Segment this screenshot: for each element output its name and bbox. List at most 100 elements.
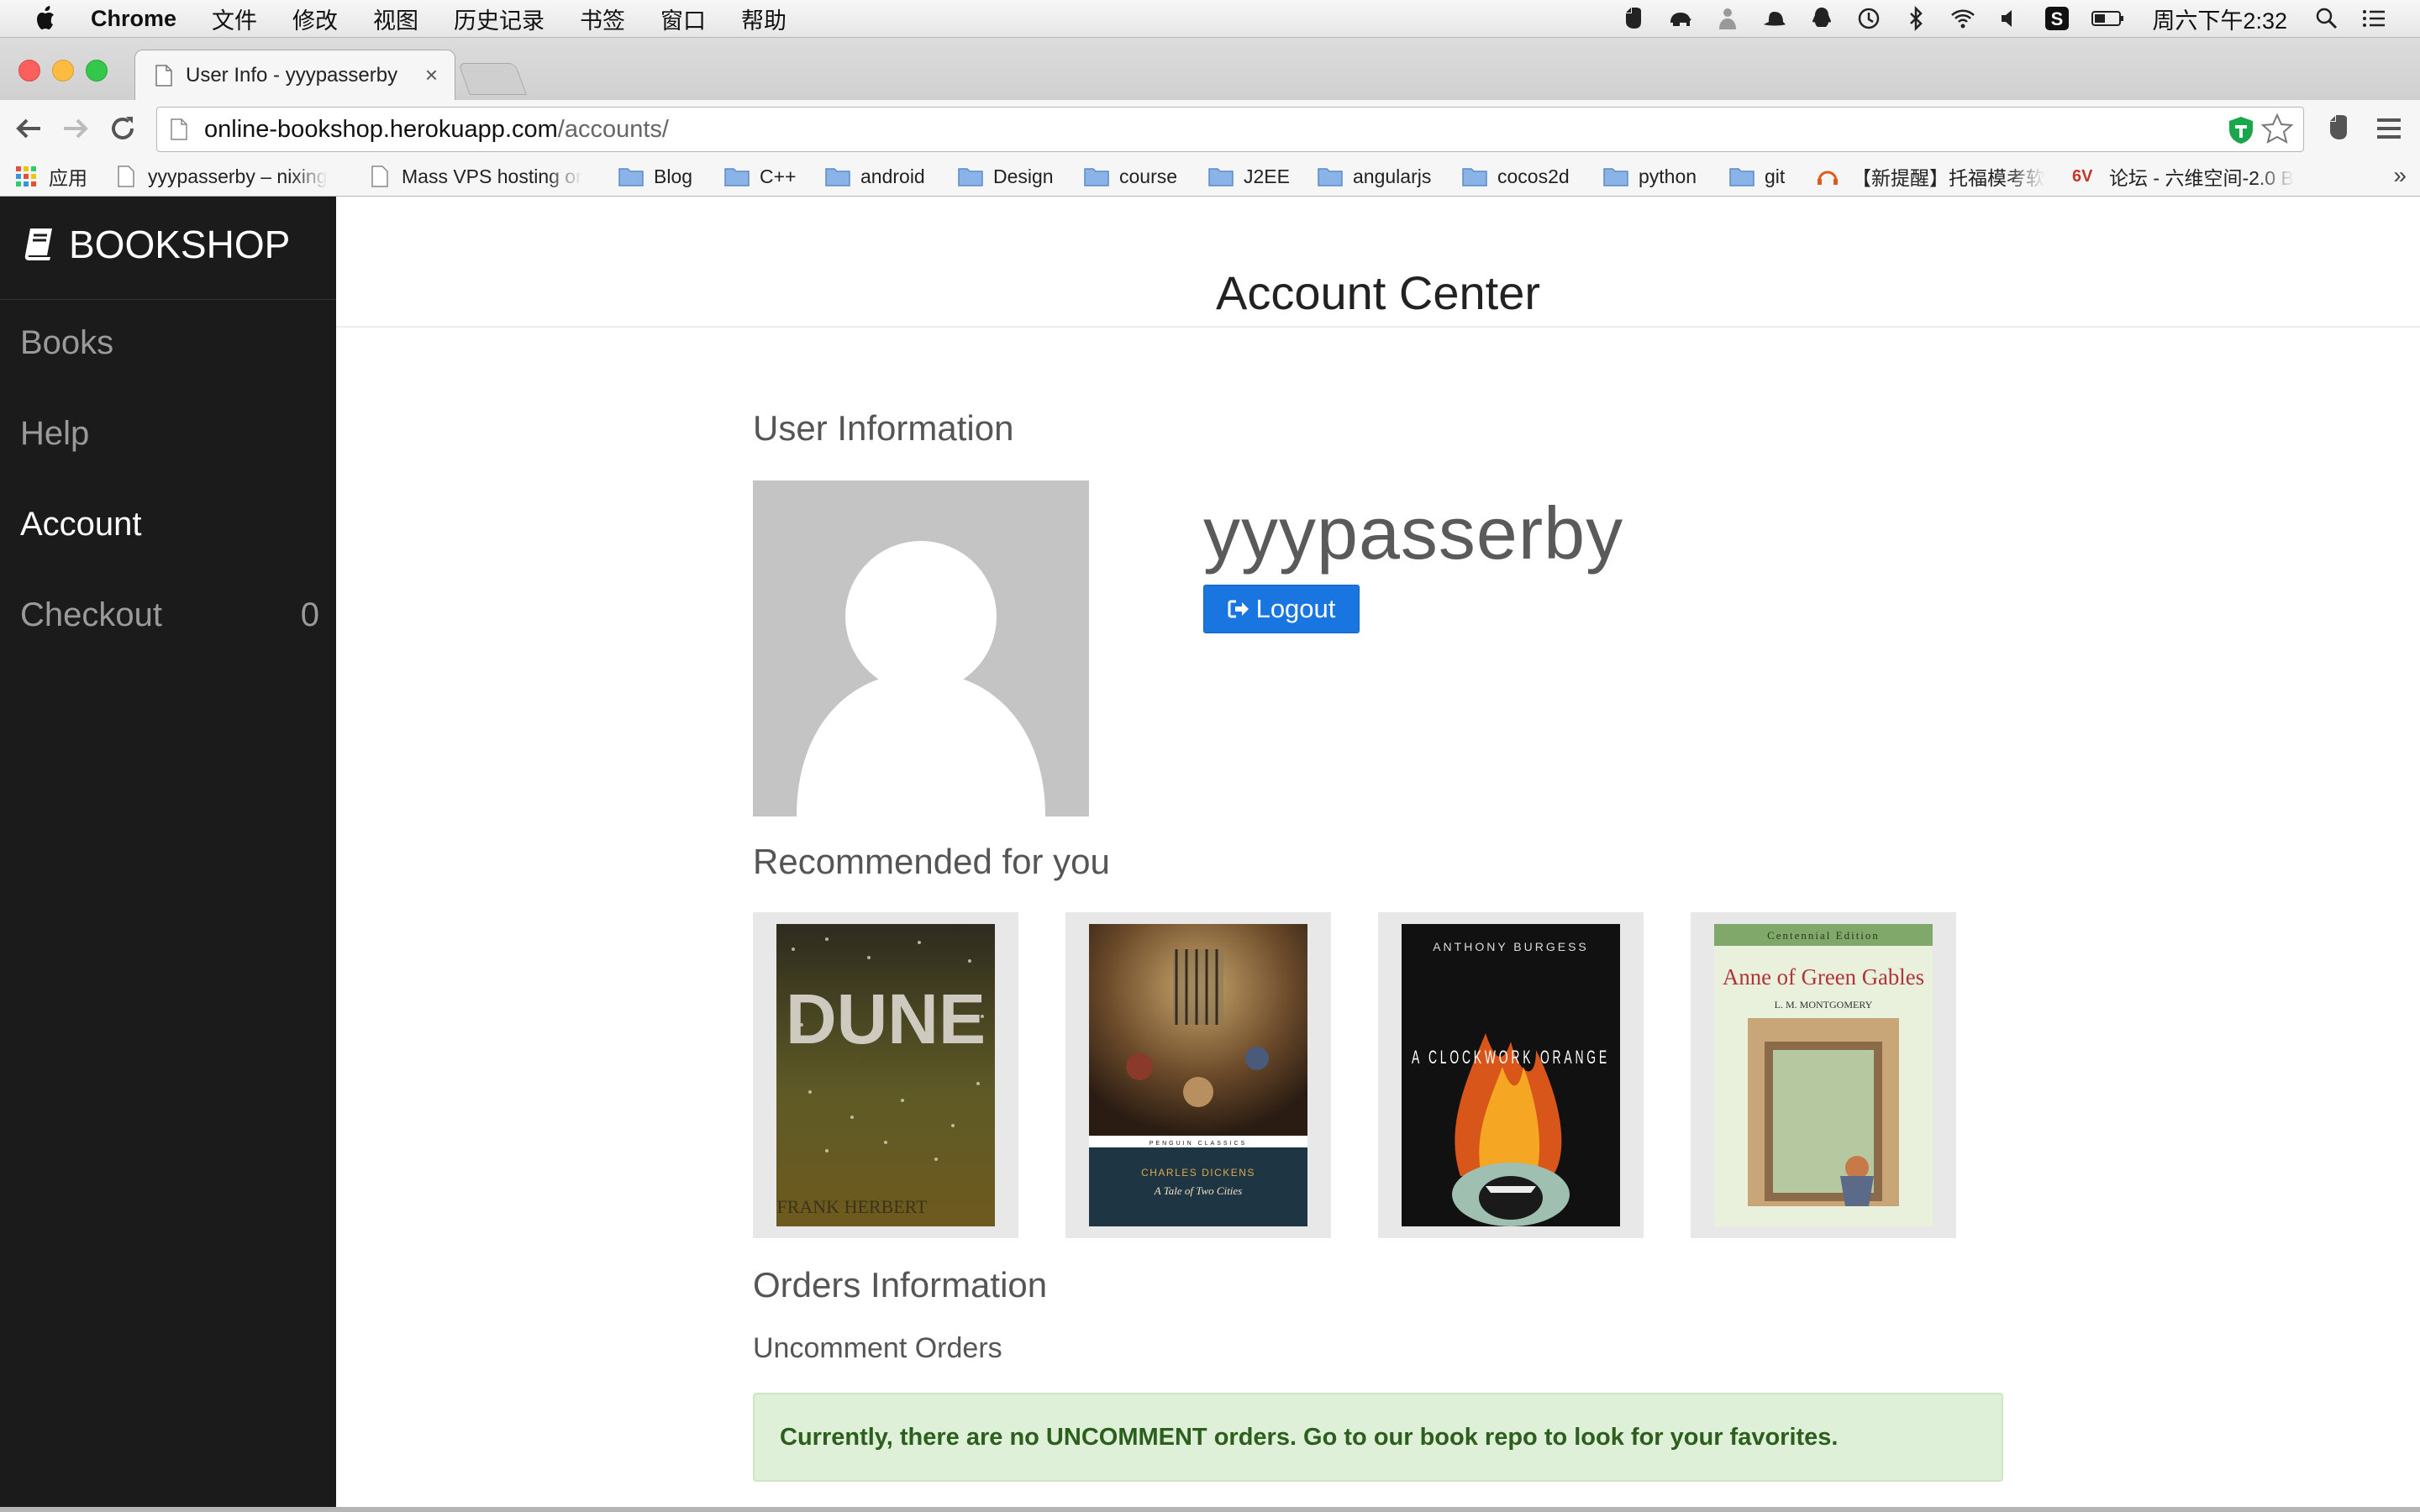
book-cover-series: PENGUIN CLASSICS <box>1150 1141 1247 1147</box>
book-cover-author: L. M. MONTGOMERY <box>1775 999 1873 1011</box>
folder-icon <box>618 168 644 186</box>
recommended-heading: Recommended for you <box>753 842 1110 881</box>
bookmark-item[interactable]: 【新提醒】托福模考软 <box>1815 164 2050 189</box>
doc-icon <box>371 165 388 187</box>
bookmark-label: Mass VPS hosting or <box>402 165 582 187</box>
sidebar-item-checkout[interactable]: Checkout 0 <box>20 596 323 634</box>
reload-icon[interactable] <box>108 113 138 144</box>
evernote-icon[interactable] <box>1621 6 1646 31</box>
bookmark-star-icon[interactable] <box>2261 113 2293 144</box>
cart-count-badge: 0 <box>300 596 319 633</box>
window-close-button[interactable] <box>18 60 40 81</box>
bookmark-item[interactable]: Mass VPS hosting or <box>371 164 600 189</box>
menu-bookmarks[interactable]: 书签 <box>580 3 625 35</box>
page-icon <box>171 118 187 140</box>
no-orders-alert: Currently, there are no UNCOMMENT orders… <box>753 1393 2003 1482</box>
book-cover-edition: Centennial Edition <box>1767 929 1880 942</box>
new-tab-button[interactable] <box>458 63 527 95</box>
user-info-heading: User Information <box>753 408 1014 448</box>
wifi-icon[interactable] <box>1950 6 1975 31</box>
uncomment-orders-heading: Uncomment Orders <box>753 1332 1002 1364</box>
menu-edit[interactable]: 修改 <box>292 3 338 35</box>
spotlight-search-icon[interactable] <box>2314 6 2339 31</box>
bookmark-label: cocos2d <box>1497 165 1570 187</box>
bookmark-item[interactable]: yyypasserby – nixing <box>118 164 346 189</box>
back-arrow-icon[interactable] <box>13 113 44 144</box>
evernote-extension-icon[interactable] <box>2324 113 2353 142</box>
sign-out-icon <box>1228 600 1249 618</box>
hat-icon[interactable] <box>1762 6 1787 31</box>
bookmarks-overflow-chevron-icon[interactable]: » <box>2393 162 2407 189</box>
sidebar-item-help[interactable]: Help <box>20 415 323 453</box>
tab-close-icon[interactable]: × <box>425 62 438 88</box>
book-card-dune[interactable]: DUNE FRANK HERBERT <box>753 912 1018 1238</box>
time-machine-icon[interactable] <box>1856 6 1881 31</box>
folder-icon <box>1318 168 1343 186</box>
sidebar-item-account[interactable]: Account <box>20 506 323 543</box>
address-bar[interactable]: online-bookshop.herokuapp.com/accounts/ <box>156 107 2304 152</box>
menu-file[interactable]: 文件 <box>212 3 257 35</box>
sidebar-item-books[interactable]: Books <box>20 324 323 362</box>
bluetooth-icon[interactable] <box>1903 6 1928 31</box>
bookmark-label: course <box>1119 165 1178 187</box>
window-minimize-button[interactable] <box>52 60 74 81</box>
bookmark-label: 论坛 - 六维空间-2.0 B <box>2109 167 2294 189</box>
main-content: Account Center User Information yyypasse… <box>336 197 2420 1507</box>
doc-icon <box>118 165 134 187</box>
menu-app-chrome[interactable]: Chrome <box>91 6 176 32</box>
book-cover-title: A Tale of Two Cities <box>1154 1184 1243 1197</box>
chrome-menu-icon[interactable] <box>2375 115 2403 142</box>
book-card-anne-of-green-gables[interactable]: Centennial Edition Anne of Green Gables … <box>1691 912 1956 1238</box>
forward-arrow-icon[interactable] <box>60 113 91 144</box>
volume-icon[interactable] <box>1997 6 2023 31</box>
brand-name: BOOKSHOP <box>69 223 291 266</box>
bookmark-folder[interactable]: course <box>1084 164 1177 189</box>
book-card-tale-of-two-cities[interactable]: PENGUIN CLASSICS CHARLES DICKENS A Tale … <box>1065 912 1331 1238</box>
bookmark-folder[interactable]: J2EE <box>1208 164 1290 189</box>
adblock-shield-icon[interactable] <box>2228 116 2254 144</box>
menu-view[interactable]: 视图 <box>373 3 418 35</box>
bookmark-folder[interactable]: cocos2d <box>1462 164 1570 189</box>
book-cover-title: Anne of Green Gables <box>1723 964 1924 990</box>
bookmark-folder[interactable]: git <box>1729 164 1785 189</box>
bookmark-folder[interactable]: python <box>1603 164 1697 189</box>
apps-grid-icon <box>16 166 36 186</box>
sidebar-item-label: Books <box>20 324 114 361</box>
notification-center-icon[interactable] <box>2361 6 2386 31</box>
page-icon <box>155 65 172 87</box>
menubar-clock[interactable]: 周六下午2:32 <box>2152 3 2287 35</box>
bookmark-folder[interactable]: Design <box>958 164 1054 189</box>
menu-window[interactable]: 窗口 <box>660 3 706 35</box>
6v-site-icon: 6V <box>2072 167 2093 186</box>
qq-icon[interactable] <box>1809 6 1834 31</box>
browser-tab-active[interactable]: User Info - yyypasserby × <box>134 50 455 101</box>
bookmark-folder[interactable]: C++ <box>724 164 796 189</box>
elephant-icon[interactable] <box>1668 6 1693 31</box>
folder-icon <box>958 168 983 186</box>
logout-button[interactable]: Logout <box>1203 585 1360 633</box>
menu-history[interactable]: 历史记录 <box>454 3 544 35</box>
book-card-clockwork-orange[interactable]: ANTHONY BURGESS A CLOCKWORK ORANGE <box>1378 912 1644 1238</box>
s-app-icon[interactable]: S <box>2044 6 2070 31</box>
window-zoom-button[interactable] <box>86 60 108 81</box>
book-cover-author: ANTHONY BURGESS <box>1433 940 1589 953</box>
bookmark-label: yyypasserby – nixing <box>148 165 328 187</box>
bookmark-folder[interactable]: android <box>825 164 925 189</box>
book-cover-author: FRANK HERBERT <box>777 1196 929 1217</box>
bookmark-label: angularjs <box>1353 165 1432 187</box>
apple-logo-icon[interactable] <box>34 5 59 32</box>
menu-help[interactable]: 帮助 <box>741 3 786 35</box>
brand-logo[interactable]: BOOKSHOP <box>22 222 290 267</box>
folder-icon <box>1729 168 1754 186</box>
folder-icon <box>825 168 850 186</box>
buddha-icon[interactable] <box>1715 6 1740 31</box>
title-divider <box>336 326 2420 328</box>
bookmark-apps[interactable]: 应用 <box>15 164 87 189</box>
bookmark-folder[interactable]: angularjs <box>1318 164 1431 189</box>
bookmark-folder[interactable]: Blog <box>618 164 692 189</box>
sidebar-item-label: Account <box>20 506 142 543</box>
page-title: Account Center <box>1216 266 1540 319</box>
bookmark-item[interactable]: 6V 论坛 - 六维空间-2.0 B <box>2072 164 2299 189</box>
battery-icon[interactable] <box>2091 6 2125 31</box>
bookmark-label: Blog <box>654 165 693 187</box>
